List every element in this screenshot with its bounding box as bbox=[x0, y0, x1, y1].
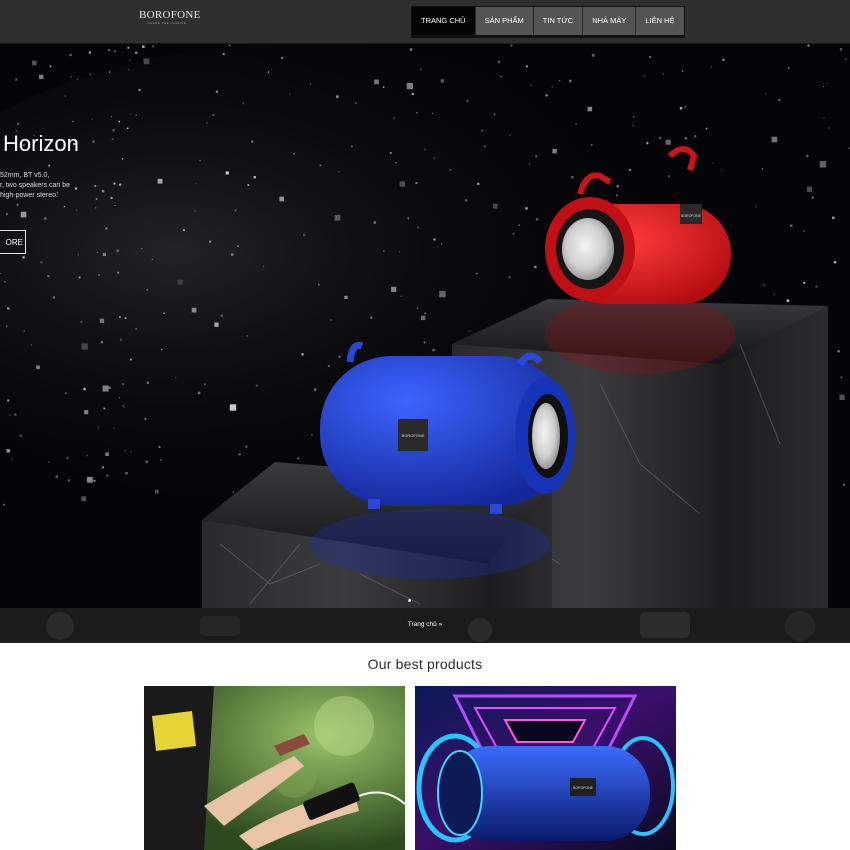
hero-description-line: nigh-power stereo. bbox=[0, 192, 58, 199]
blue-speaker: BOROFONE bbox=[310, 341, 575, 579]
hero-description: 52mm, BT v5.0, r, two speakers can be ni… bbox=[0, 171, 90, 201]
site-header: BOROFONE SHARE THE CHANGE Trang chủ Sản … bbox=[0, 0, 850, 44]
read-more-button[interactable]: ORE bbox=[0, 230, 26, 254]
nav-item-products[interactable]: Sản phẩm bbox=[474, 7, 533, 35]
blue-speaker-logo: BOROFONE bbox=[402, 433, 425, 438]
hero-slider[interactable]: BOROFONE BOROFONE Horizon 52mm, BT v5.0,… bbox=[0, 44, 850, 608]
neon-speaker-logo: BOROFONE bbox=[573, 786, 594, 790]
nav-item-factory[interactable]: Nhà máy bbox=[582, 7, 636, 35]
logo-tagline: SHARE THE CHANGE bbox=[147, 21, 187, 25]
logo-text: BOROFONE bbox=[139, 9, 201, 21]
slider-dot[interactable] bbox=[408, 599, 411, 602]
nav-item-news[interactable]: Tin tức bbox=[532, 7, 583, 35]
hero-description-line: 52mm, BT v5.0, bbox=[0, 172, 50, 179]
hero-background-image: BOROFONE BOROFONE bbox=[0, 44, 850, 608]
product-card-speaker[interactable]: BOROFONE bbox=[415, 686, 676, 850]
best-products-title: Our best products bbox=[367, 656, 483, 672]
breadcrumb-bar: Trang chủ » bbox=[0, 608, 850, 643]
breadcrumb-home[interactable]: Trang chủ bbox=[408, 621, 437, 628]
neon-speaker-image: BOROFONE bbox=[415, 686, 676, 850]
breadcrumb: Trang chủ » bbox=[0, 621, 850, 628]
product-card-power-bank[interactable] bbox=[144, 686, 405, 850]
main-nav: Trang chủ Sản phẩm Tin tức Nhà máy Liên … bbox=[411, 6, 685, 38]
hero-description-line: r, two speakers can be bbox=[0, 182, 71, 189]
power-bank-image bbox=[144, 686, 405, 850]
nav-item-contact[interactable]: Liên hệ bbox=[635, 7, 684, 35]
breadcrumb-separator: » bbox=[438, 621, 443, 628]
red-speaker-logo: BOROFONE bbox=[681, 214, 702, 218]
hero-title: Horizon bbox=[3, 131, 79, 156]
brand-logo[interactable]: BOROFONE SHARE THE CHANGE bbox=[139, 9, 201, 27]
nav-item-home[interactable]: Trang chủ bbox=[412, 7, 475, 35]
